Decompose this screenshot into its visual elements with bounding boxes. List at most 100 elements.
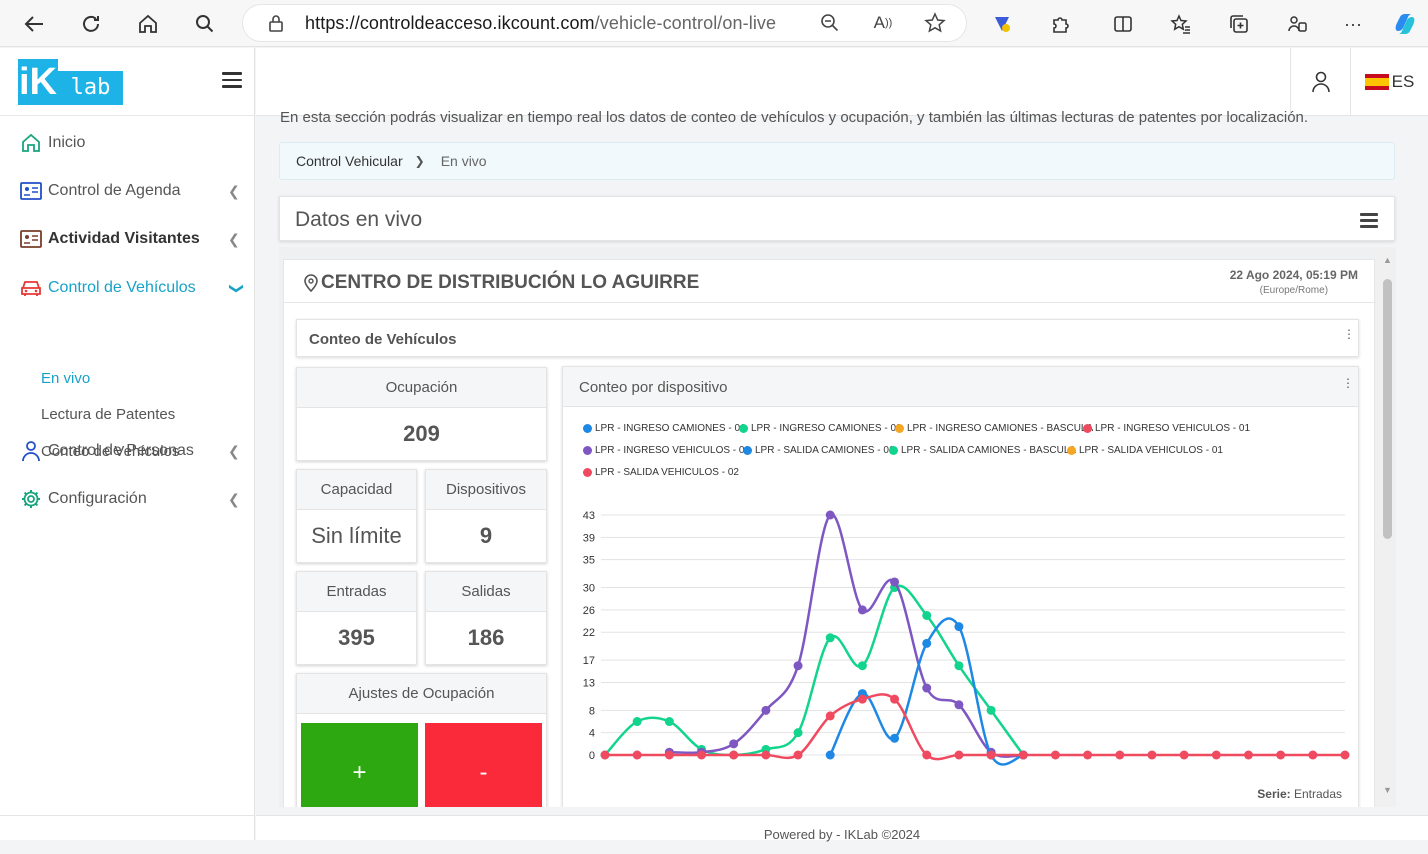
vertical-scrollbar[interactable]: ▲ ▼ (1379, 247, 1396, 807)
scroll-up-icon[interactable]: ▲ (1383, 255, 1392, 265)
y-tick-label: 43 (583, 510, 595, 522)
collections-icon[interactable] (1224, 9, 1254, 39)
user-menu-button[interactable] (1290, 48, 1350, 116)
stat-salidas: Salidas 186 (425, 571, 547, 665)
breadcrumb: Control Vehicular ❯ En vivo (279, 142, 1395, 180)
id-card-icon (20, 180, 42, 202)
more-options-icon[interactable]: ··· (1338, 9, 1368, 39)
data-point (890, 577, 900, 587)
y-tick-label: 8 (589, 705, 595, 717)
data-point (1211, 750, 1221, 760)
iklab-logo[interactable]: iK lab (18, 59, 123, 105)
location-card: CENTRO DE DISTRIBUCIÓN LO AGUIRRE 22 Ago… (283, 259, 1376, 807)
sidebar-item-inicio[interactable]: Inicio (0, 123, 255, 163)
kebab-menu-icon[interactable]: ⋮ (1343, 328, 1355, 340)
increase-occupancy-button[interactable]: + (301, 723, 418, 807)
data-point (954, 661, 964, 671)
data-point (1243, 750, 1253, 760)
language-selector[interactable]: ES (1350, 48, 1428, 116)
scroll-down-icon[interactable]: ▼ (1383, 785, 1392, 795)
divider (284, 302, 1376, 303)
back-arrow-icon[interactable] (19, 9, 49, 39)
data-point (761, 705, 771, 715)
lock-icon[interactable] (261, 8, 291, 38)
sidebar-item-control-vehiculos[interactable]: Control de Vehículos ❮ (0, 268, 255, 308)
conteo-vehiculos-header: Conteo de Vehículos ⋮ (296, 319, 1359, 357)
sidebar-item-actividad-visitantes[interactable]: Actividad Visitantes ❮ (0, 219, 255, 259)
read-aloud-icon[interactable]: A)) (868, 8, 898, 38)
scrollbar-thumb[interactable] (1383, 279, 1392, 539)
address-bar[interactable]: https://controldeacceso.ikcount.com/vehi… (242, 4, 967, 42)
refresh-icon[interactable] (76, 9, 106, 39)
data-point (761, 750, 771, 760)
location-datetime: 22 Ago 2024, 05:19 PM (Europe/Rome) (1229, 268, 1358, 296)
sidebar-item-configuracion[interactable]: Configuración ❮ (0, 479, 255, 519)
y-tick-label: 39 (583, 532, 595, 544)
decrease-occupancy-button[interactable]: - (425, 723, 542, 807)
y-tick-label: 26 (583, 605, 595, 617)
subitem-en-vivo[interactable]: En vivo (41, 370, 90, 387)
sidebar-item-control-personas[interactable]: Control de Personas ❮ (0, 431, 255, 471)
data-point (825, 750, 835, 760)
favorite-star-icon[interactable] (920, 8, 950, 38)
home-icon (20, 132, 42, 154)
sidebar-footer-line (0, 815, 255, 816)
stat-ocupacion: Ocupación 209 (296, 367, 547, 461)
data-point (825, 510, 835, 520)
data-point (857, 661, 867, 671)
data-point (1340, 750, 1350, 760)
zoom-icon[interactable] (815, 8, 845, 38)
spain-flag-icon (1364, 74, 1389, 90)
profile-switch-icon[interactable] (1282, 9, 1312, 39)
browser-toolbar: https://controldeacceso.ikcount.com/vehi… (0, 0, 1428, 47)
series-line (604, 584, 1025, 757)
person-icon (20, 440, 42, 462)
chevron-left-icon: ❮ (228, 490, 240, 507)
user-icon (1311, 71, 1330, 93)
sidebar-toggle-icon[interactable] (222, 72, 242, 88)
data-point (922, 638, 932, 648)
extension-badge-icon[interactable] (987, 9, 1017, 39)
sidebar-item-control-agenda[interactable]: Control de Agenda ❮ (0, 171, 255, 211)
stat-capacidad: Capacidad Sin límite (296, 469, 417, 563)
y-tick-label: 4 (589, 728, 595, 740)
data-point (857, 694, 867, 704)
data-point (825, 633, 835, 643)
breadcrumb-root[interactable]: Control Vehicular (296, 153, 403, 169)
panel-title: Datos en vivo (295, 208, 423, 231)
stat-entradas: Entradas 395 (296, 571, 417, 665)
split-screen-icon[interactable] (1108, 9, 1138, 39)
search-icon[interactable] (190, 9, 220, 39)
data-point (1147, 750, 1157, 760)
data-point (1308, 750, 1318, 760)
data-point (1018, 750, 1028, 760)
chart-header: Conteo por dispositivo ⋮ (563, 367, 1358, 407)
data-point (793, 750, 803, 760)
series-line (669, 513, 1024, 758)
y-tick-label: 17 (583, 655, 595, 667)
favorites-icon[interactable] (1166, 9, 1196, 39)
datos-en-vivo-panel: Datos en vivo (279, 196, 1395, 241)
data-point (954, 700, 964, 710)
data-point (600, 750, 610, 760)
data-point (986, 705, 996, 715)
kebab-menu-icon[interactable]: ⋮ (1342, 377, 1354, 389)
copilot-icon[interactable] (1390, 9, 1420, 39)
chevron-left-icon: ❮ (228, 230, 240, 247)
extensions-puzzle-icon[interactable] (1046, 9, 1076, 39)
y-tick-label: 0 (589, 750, 595, 762)
home-icon[interactable] (133, 9, 163, 39)
data-point (922, 750, 932, 760)
data-point (664, 717, 674, 727)
data-point (1050, 750, 1060, 760)
badge-icon (20, 228, 42, 250)
top-header: ES (256, 48, 1428, 116)
subitem-lectura-patentes[interactable]: Lectura de Patentes (41, 406, 175, 423)
serie-indicator: Serie: Entradas (1257, 787, 1342, 801)
panel-menu-icon[interactable] (1360, 213, 1378, 228)
live-data-scroll-area[interactable]: CENTRO DE DISTRIBUCIÓN LO AGUIRRE 22 Ago… (279, 247, 1396, 807)
data-point (890, 733, 900, 743)
location-title: CENTRO DE DISTRIBUCIÓN LO AGUIRRE (304, 272, 699, 294)
sidebar-header: iK lab (0, 48, 254, 116)
data-point (1276, 750, 1286, 760)
